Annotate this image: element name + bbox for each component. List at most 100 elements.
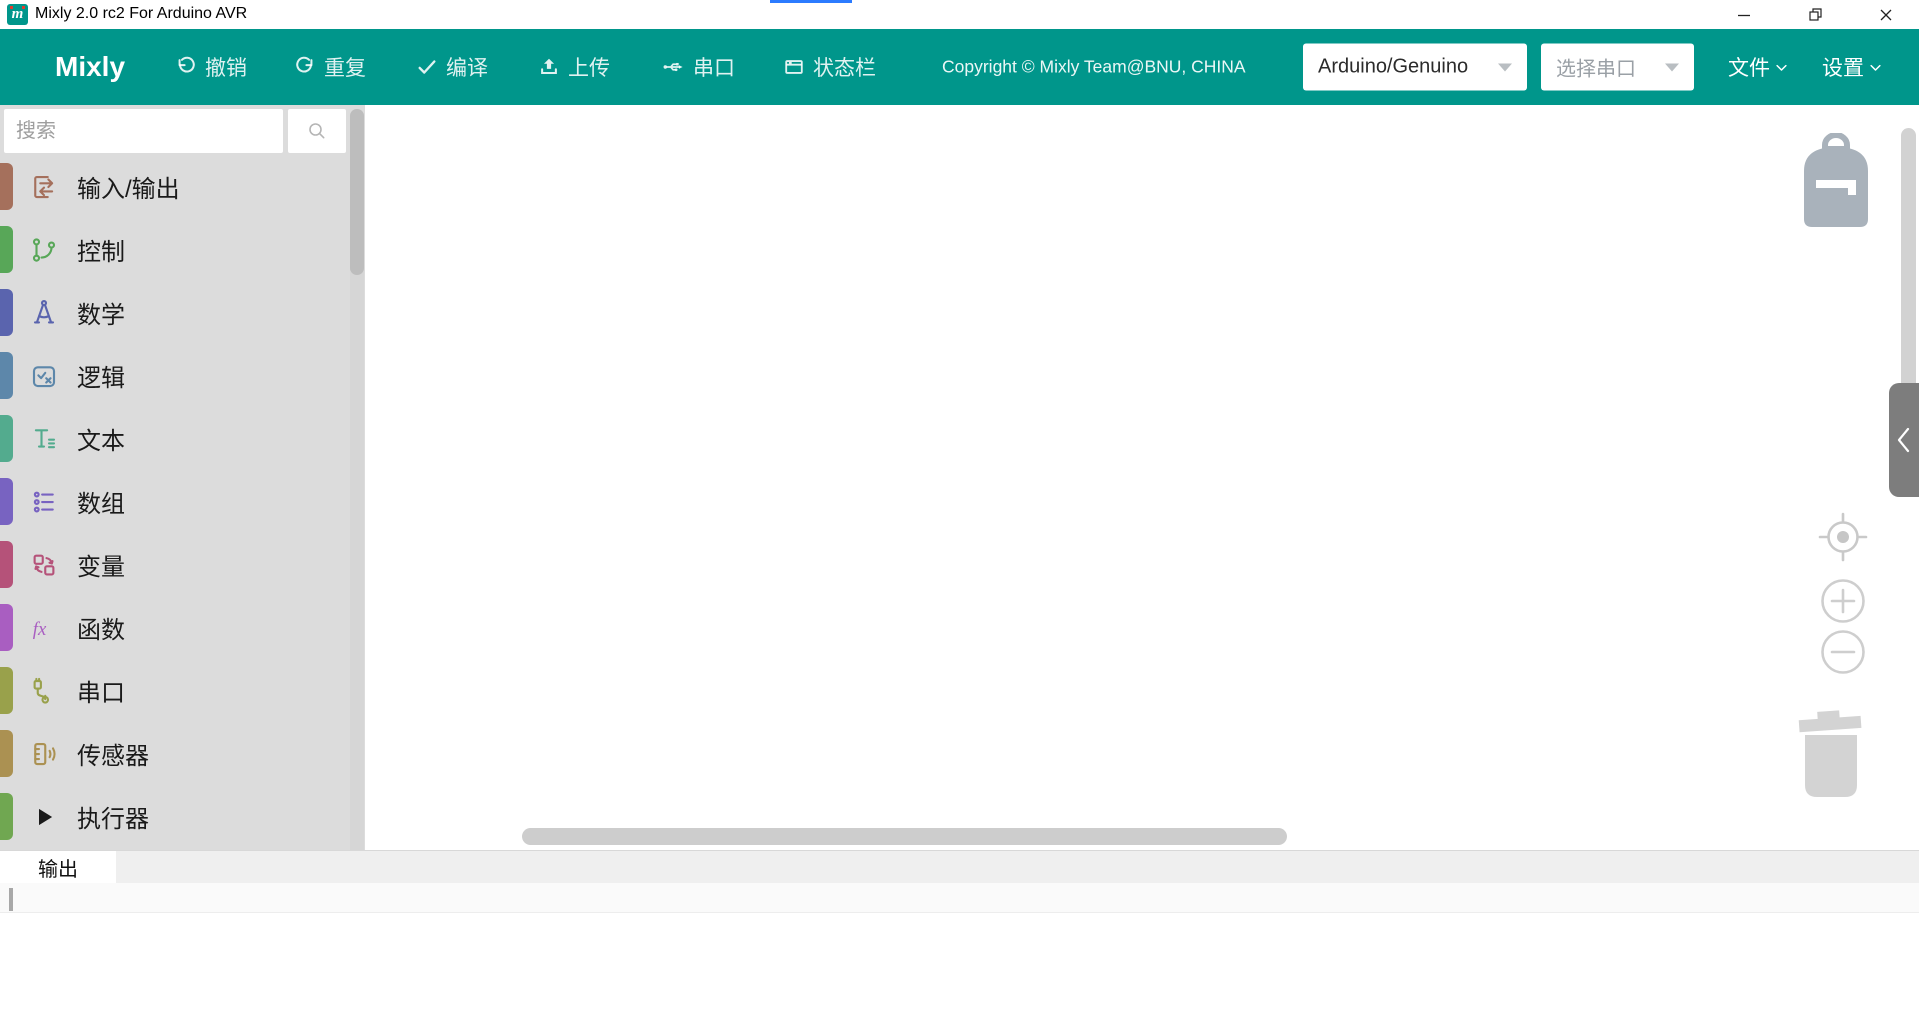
mixly-logo-icon: m — [7, 4, 28, 25]
compass-icon — [28, 297, 60, 329]
compile-label: 编译 — [446, 52, 488, 82]
trash-icon[interactable] — [1796, 709, 1866, 799]
tab-output[interactable]: 输出 — [0, 851, 116, 884]
category-label: 数学 — [77, 295, 125, 330]
file-menu-label: 文件 — [1728, 52, 1770, 82]
search-button[interactable] — [288, 109, 346, 153]
minimize-icon — [1737, 8, 1751, 22]
category-serial[interactable]: 串口 — [0, 659, 350, 722]
category-variable[interactable]: 变量 — [0, 533, 350, 596]
chevron-down-icon — [1774, 60, 1789, 75]
window-icon — [783, 56, 805, 78]
upload-icon — [538, 56, 560, 78]
redo-icon — [294, 56, 316, 78]
fx-icon: fx — [28, 612, 60, 644]
category-sensor[interactable]: 传感器 — [0, 722, 350, 785]
check-icon — [416, 56, 438, 78]
file-menu[interactable]: 文件 — [1728, 52, 1789, 82]
brand-label: Mixly — [55, 51, 125, 83]
category-label: 控制 — [77, 232, 125, 267]
board-select-value: Arduino/Genuino — [1318, 56, 1468, 79]
text-t-icon — [28, 423, 60, 455]
category-color-bar — [0, 730, 13, 777]
category-color-bar — [0, 163, 13, 210]
category-label: 函数 — [77, 610, 125, 645]
category-label: 串口 — [77, 673, 125, 708]
category-function[interactable]: fx 函数 — [0, 596, 350, 659]
category-logic[interactable]: 逻辑 — [0, 344, 350, 407]
undo-button[interactable]: 撤销 — [175, 52, 247, 82]
output-caret — [9, 888, 13, 911]
board-select[interactable]: Arduino/Genuino — [1303, 44, 1527, 91]
category-array[interactable]: 数组 — [0, 470, 350, 533]
category-label: 文本 — [77, 421, 125, 456]
output-console[interactable] — [0, 883, 1919, 1032]
minimize-button[interactable] — [1714, 0, 1774, 29]
check-x-icon — [28, 360, 60, 392]
blockly-workspace[interactable] — [365, 105, 1919, 850]
collapse-panel-handle[interactable] — [1889, 383, 1919, 497]
chevron-left-icon — [1894, 425, 1914, 455]
serial-monitor-button[interactable]: 串口 — [661, 52, 735, 82]
main-toolbar: Mixly 撤销 重复 编译 上传 串口 状态栏 — [0, 29, 1919, 105]
sidebar-scrollbar-thumb[interactable] — [350, 109, 364, 275]
category-actuator[interactable]: 执行器 — [0, 785, 350, 848]
input-output-icon — [28, 171, 60, 203]
backpack-icon[interactable] — [1804, 133, 1868, 228]
serial-label: 串口 — [693, 52, 735, 82]
search-input[interactable] — [4, 109, 283, 153]
upload-button[interactable]: 上传 — [538, 52, 610, 82]
category-list: 输入/输出 控制 数学 — [0, 155, 350, 848]
center-view-icon[interactable] — [1817, 511, 1869, 563]
category-label: 输入/输出 — [77, 169, 180, 204]
category-label: 执行器 — [77, 799, 149, 834]
redo-button[interactable]: 重复 — [294, 52, 366, 82]
canvas-horizontal-scrollbar[interactable] — [522, 828, 1287, 845]
category-label: 变量 — [77, 547, 125, 582]
category-text[interactable]: 文本 — [0, 407, 350, 470]
search-icon — [305, 119, 329, 143]
category-math[interactable]: 数学 — [0, 281, 350, 344]
category-color-bar — [0, 352, 13, 399]
chevron-down-icon — [1498, 63, 1512, 71]
branch-icon — [28, 234, 60, 266]
undo-label: 撤销 — [205, 52, 247, 82]
cable-icon — [28, 675, 60, 707]
list-icon — [28, 486, 60, 518]
compile-button[interactable]: 编译 — [416, 52, 488, 82]
category-control[interactable]: 控制 — [0, 218, 350, 281]
svg-text:fx: fx — [33, 618, 47, 639]
restore-icon — [1808, 7, 1823, 22]
copyright-text: Copyright © Mixly Team@BNU, CHINA — [942, 57, 1246, 78]
zoom-in-icon[interactable] — [1820, 578, 1866, 624]
category-label: 逻辑 — [77, 358, 125, 393]
category-input-output[interactable]: 输入/输出 — [0, 155, 350, 218]
port-select-value: 选择串口 — [1556, 53, 1636, 82]
close-button[interactable] — [1856, 0, 1916, 29]
window-titlebar: m Mixly 2.0 rc2 For Arduino AVR — [0, 0, 1919, 29]
statusbar-button[interactable]: 状态栏 — [783, 52, 876, 82]
restore-button[interactable] — [1785, 0, 1845, 29]
category-label: 传感器 — [77, 736, 149, 771]
output-row — [0, 883, 1919, 913]
swap-icon — [28, 549, 60, 581]
usb-icon — [661, 56, 685, 78]
zoom-out-icon[interactable] — [1820, 629, 1866, 675]
logo-letter: m — [12, 6, 24, 23]
output-tab-label: 输出 — [38, 853, 78, 882]
category-color-bar — [0, 289, 13, 336]
category-color-bar — [0, 541, 13, 588]
upload-label: 上传 — [568, 52, 610, 82]
settings-menu[interactable]: 设置 — [1822, 52, 1883, 82]
redo-label: 重复 — [324, 52, 366, 82]
chevron-down-icon — [1868, 60, 1883, 75]
category-color-bar — [0, 793, 13, 840]
settings-menu-label: 设置 — [1822, 52, 1864, 82]
category-color-bar — [0, 478, 13, 525]
port-select[interactable]: 选择串口 — [1541, 44, 1694, 91]
category-color-bar — [0, 667, 13, 714]
category-color-bar — [0, 415, 13, 462]
chevron-down-icon — [1665, 63, 1679, 71]
category-label: 数组 — [77, 484, 125, 519]
titlebar-accent-line — [770, 0, 852, 3]
